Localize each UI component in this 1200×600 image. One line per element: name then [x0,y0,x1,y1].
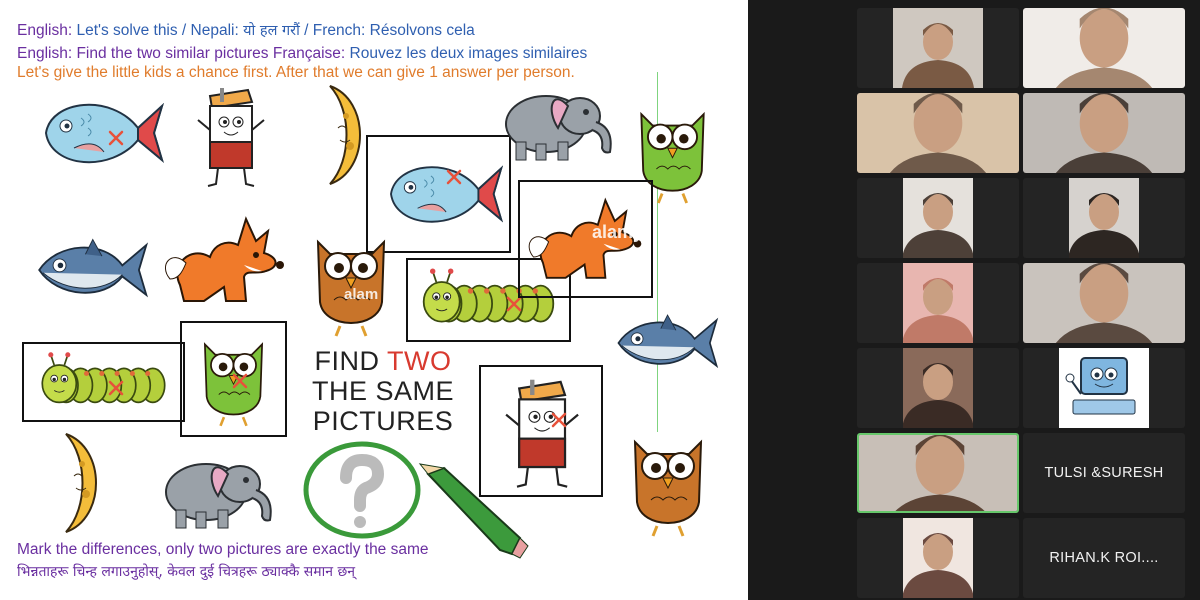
difference-mark-icon [230,371,250,391]
fish-picture [26,88,166,178]
caterpillar-picture [28,348,179,416]
elephant-picture [488,80,618,170]
shared-screen-slide: English: Let's solve this / Nepali: यो ह… [0,0,748,600]
person-video-icon [857,93,1019,173]
watermark: alam [344,286,379,303]
juice-box-picture [190,80,270,190]
instruction-line-1: English: Let's solve this / Nepali: यो ह… [17,22,475,39]
elephant-picture [148,448,278,538]
bottom-instruction-nepali: भिन्नताहरू चिन्ह लगाउनुहोस्, केवल दुई चि… [17,564,356,580]
person-video-icon [859,435,1017,511]
participant-tile[interactable] [1023,8,1185,88]
participant-tile[interactable] [857,8,1019,88]
participant-tile[interactable] [857,93,1019,173]
difference-mark-icon [106,128,126,148]
fox-picture [160,205,290,315]
juice-box-picture [485,371,597,491]
instruction-line-2: English: Find the two similar pictures F… [17,45,588,62]
participant-tile[interactable] [857,263,1019,343]
person-video-icon [903,263,973,343]
participant-name: TULSI &SURESH [1044,465,1164,481]
owl-picture [622,422,714,542]
participant-tile-name-only[interactable]: TULSI &SURESH [1023,433,1185,513]
participant-name: RIHAN.K ROI.... [1049,550,1159,566]
participant-tile[interactable] [857,518,1019,598]
person-video-icon [893,8,983,88]
difference-mark-icon [549,410,569,430]
difference-mark-icon [444,167,464,187]
participant-gallery: TULSI &SURESH RIHAN.K ROI.... [748,0,1200,600]
computer-cartoon-avatar-icon [1059,348,1149,428]
person-video-icon [1023,8,1185,88]
person-video-icon [903,178,973,258]
question-mark-picture [302,440,422,540]
participant-tile[interactable] [1023,348,1185,428]
participant-tile[interactable] [857,433,1019,513]
tuna-picture [610,298,720,388]
tuna-picture [30,225,150,315]
puzzle-title: FIND TWO THE SAME PICTURES [311,346,455,436]
watermark: alamy [592,222,644,242]
participant-tile[interactable] [1023,178,1185,258]
moon-picture [300,80,370,190]
owl-picture [306,222,396,342]
person-video-icon [1069,178,1139,258]
participant-tile[interactable] [857,348,1019,428]
person-video-icon [1023,263,1185,343]
participant-tile[interactable] [1023,263,1185,343]
bottom-instruction-english: Mark the differences, only two pictures … [17,541,429,558]
person-video-icon [903,518,973,598]
person-video-icon [1023,93,1185,173]
moon-picture [36,428,106,538]
person-video-icon [903,348,973,428]
participant-tile[interactable] [1023,93,1185,173]
participant-tile-name-only[interactable]: RIHAN.K ROI.... [1023,518,1185,598]
difference-mark-icon [106,378,126,398]
participant-tile[interactable] [857,178,1019,258]
